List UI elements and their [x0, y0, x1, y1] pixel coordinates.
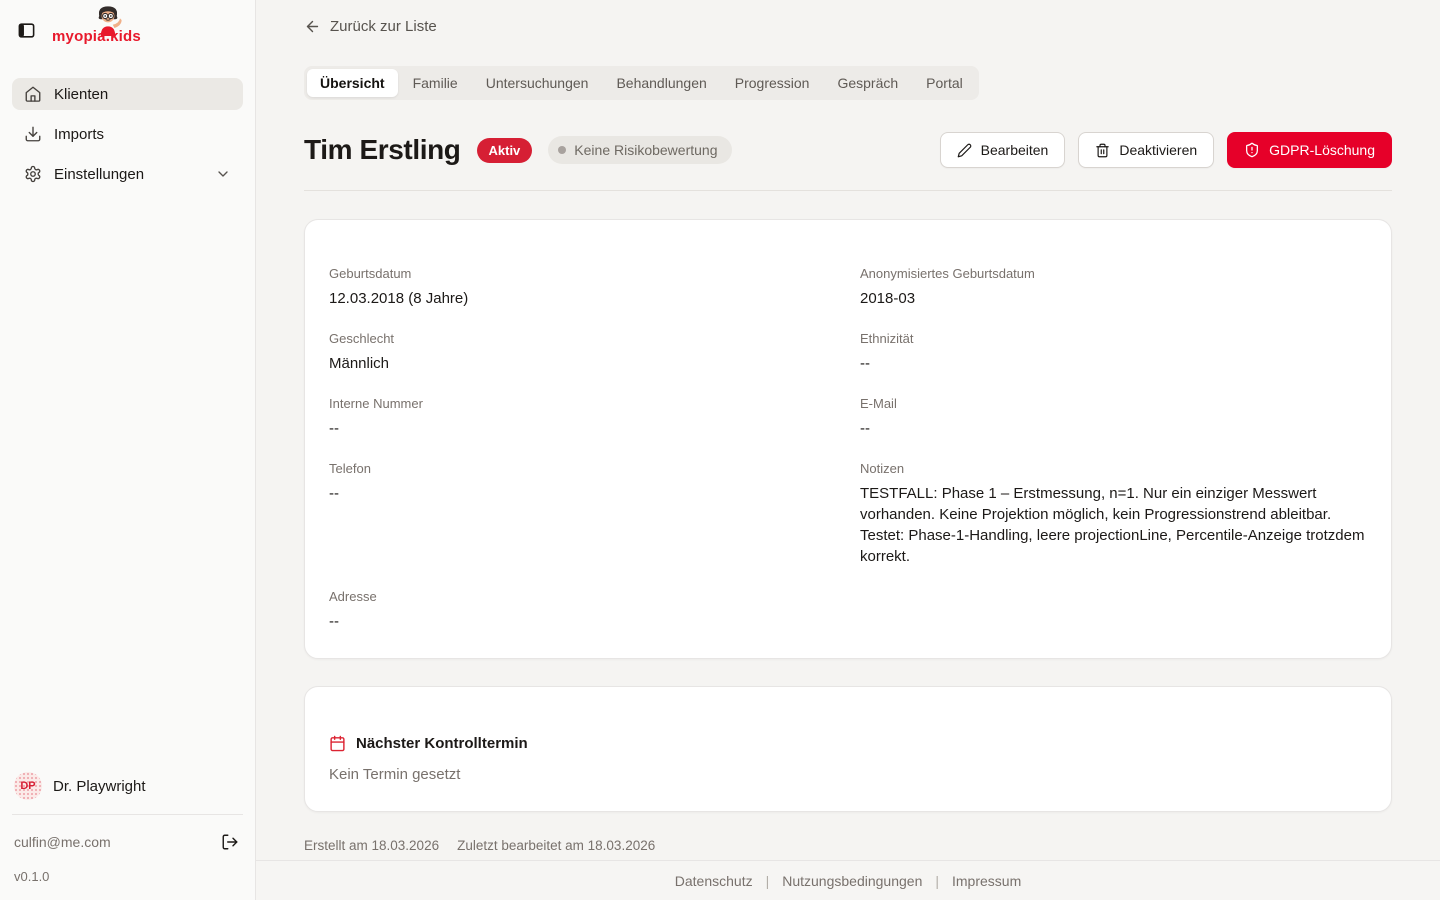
next-appointment-card: Nächster Kontrolltermin Kein Termin gese…: [304, 686, 1392, 812]
link-impressum[interactable]: Impressum: [952, 873, 1021, 889]
sidebar-nav: Klienten Imports Einstellungen: [12, 78, 243, 190]
sidebar-toggle-icon[interactable]: [12, 16, 40, 44]
created-at: Erstellt am 18.03.2026: [304, 838, 439, 853]
sidebar-header: myopia.kids: [12, 16, 243, 46]
footer-separator: |: [935, 873, 939, 889]
user-name: Dr. Playwright: [53, 778, 146, 795]
shield-alert-icon: [1244, 142, 1260, 158]
logout-icon[interactable]: [219, 831, 241, 853]
chevron-down-icon: [215, 166, 231, 182]
tab-progression[interactable]: Progression: [722, 69, 823, 97]
risk-dot-icon: [558, 146, 566, 154]
deactivate-button[interactable]: Deaktivieren: [1078, 132, 1214, 168]
gear-icon: [24, 165, 42, 183]
user-email: culfin@me.com: [14, 834, 111, 850]
edit-button[interactable]: Bearbeiten: [940, 132, 1066, 168]
risk-badge: Keine Risikobewertung: [548, 136, 731, 164]
trash-icon: [1095, 143, 1110, 158]
tab-uebersicht[interactable]: Übersicht: [307, 69, 398, 97]
header-divider: [304, 190, 1392, 191]
calendar-icon: [329, 735, 346, 752]
patient-tabs: Übersicht Familie Untersuchungen Behandl…: [304, 66, 979, 100]
pencil-icon: [957, 143, 972, 158]
download-icon: [24, 125, 42, 143]
link-nutzungsbedingungen[interactable]: Nutzungsbedingungen: [782, 873, 922, 889]
sidebar: myopia.kids Klienten Imports: [0, 0, 256, 900]
record-meta: Erstellt am 18.03.2026 Zuletzt bearbeite…: [304, 838, 1392, 853]
field-anonymisiertes-geburtsdatum: Anonymisiertes Geburtsdatum 2018-03: [860, 266, 1367, 309]
legal-footer: Datenschutz | Nutzungsbedingungen | Impr…: [256, 860, 1440, 900]
footer-separator: |: [766, 873, 770, 889]
app-version: v0.1.0: [12, 853, 243, 884]
status-badge: Aktiv: [477, 138, 533, 163]
user-profile[interactable]: DP Dr. Playwright: [12, 770, 243, 814]
field-geschlecht: Geschlecht Männlich: [329, 331, 836, 374]
home-icon: [24, 85, 42, 103]
field-adresse: Adresse --: [329, 589, 836, 632]
updated-at: Zuletzt bearbeitet am 18.03.2026: [457, 838, 655, 853]
gdpr-delete-button[interactable]: GDPR-Löschung: [1227, 132, 1392, 168]
sidebar-item-imports[interactable]: Imports: [12, 118, 243, 150]
sidebar-item-label: Klienten: [54, 86, 231, 103]
tab-gespraech[interactable]: Gespräch: [824, 69, 911, 97]
patient-details-card: Geburtsdatum 12.03.2018 (8 Jahre) Anonym…: [304, 219, 1392, 659]
appointment-title: Nächster Kontrolltermin: [356, 735, 528, 752]
avatar: DP: [14, 772, 42, 800]
tab-untersuchungen[interactable]: Untersuchungen: [473, 69, 602, 97]
field-telefon: Telefon --: [329, 461, 836, 567]
field-interne-nummer: Interne Nummer --: [329, 396, 836, 439]
back-to-list-link[interactable]: Zurück zur Liste: [304, 18, 437, 35]
divider: [12, 814, 243, 815]
link-datenschutz[interactable]: Datenschutz: [675, 873, 753, 889]
arrow-left-icon: [304, 18, 321, 35]
field-ethnizitaet: Ethnizität --: [860, 331, 1367, 374]
field-geburtsdatum: Geburtsdatum 12.03.2018 (8 Jahre): [329, 266, 836, 309]
tab-behandlungen[interactable]: Behandlungen: [603, 69, 719, 97]
field-notizen: Notizen TESTFALL: Phase 1 – Erstmessung,…: [860, 461, 1367, 567]
tab-familie[interactable]: Familie: [400, 69, 471, 97]
page-content: Zurück zur Liste Übersicht Familie Unter…: [256, 0, 1440, 860]
tab-portal[interactable]: Portal: [913, 69, 976, 97]
sidebar-item-label: Imports: [54, 126, 231, 143]
appointment-empty-text: Kein Termin gesetzt: [329, 766, 1367, 783]
sidebar-item-label: Einstellungen: [54, 166, 203, 183]
sidebar-item-einstellungen[interactable]: Einstellungen: [12, 158, 243, 190]
field-email: E-Mail --: [860, 396, 1367, 439]
sidebar-footer: DP Dr. Playwright culfin@me.com v0.1.0: [12, 770, 243, 884]
main-area: Zurück zur Liste Übersicht Familie Unter…: [256, 0, 1440, 900]
brand-logo: myopia.kids: [52, 28, 141, 46]
sidebar-item-klienten[interactable]: Klienten: [12, 78, 243, 110]
page-title: Tim Erstling: [304, 134, 461, 166]
kid-mascot-icon: [92, 4, 124, 36]
